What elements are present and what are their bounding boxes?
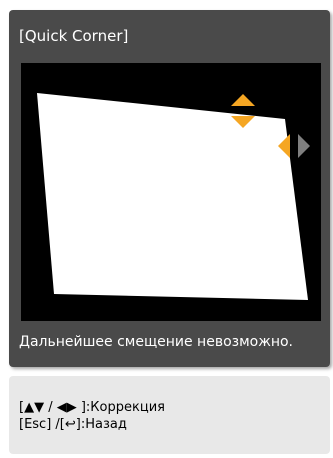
right-arrow-icon[interactable] [298,134,310,158]
help-panel: [▲▼ / ◀▶ ]:Коррекция [Esc] /[↩]:Назад [9,376,330,454]
help-keys-correction: [▲▼ / ◀▶ ] [19,400,86,415]
corner-preview [21,63,321,321]
help-keys-back: [Esc] /[↩] [19,417,81,432]
dialog-title: [Quick Corner] [19,27,129,45]
up-arrow-icon[interactable] [231,94,255,106]
help-line-back: [Esc] /[↩]:Назад [19,417,127,432]
corner-preview-canvas [37,93,310,300]
quick-corner-dialog: [Quick Corner] Дальнейшее смещение невоз… [9,10,330,367]
help-action-back: :Назад [80,417,127,432]
status-message: Дальнейшее смещение невозможно. [19,334,293,350]
help-line-correction: [▲▼ / ◀▶ ]:Коррекция [19,400,165,415]
projected-image-shape [37,93,308,300]
help-action-correction: :Коррекция [85,400,165,415]
